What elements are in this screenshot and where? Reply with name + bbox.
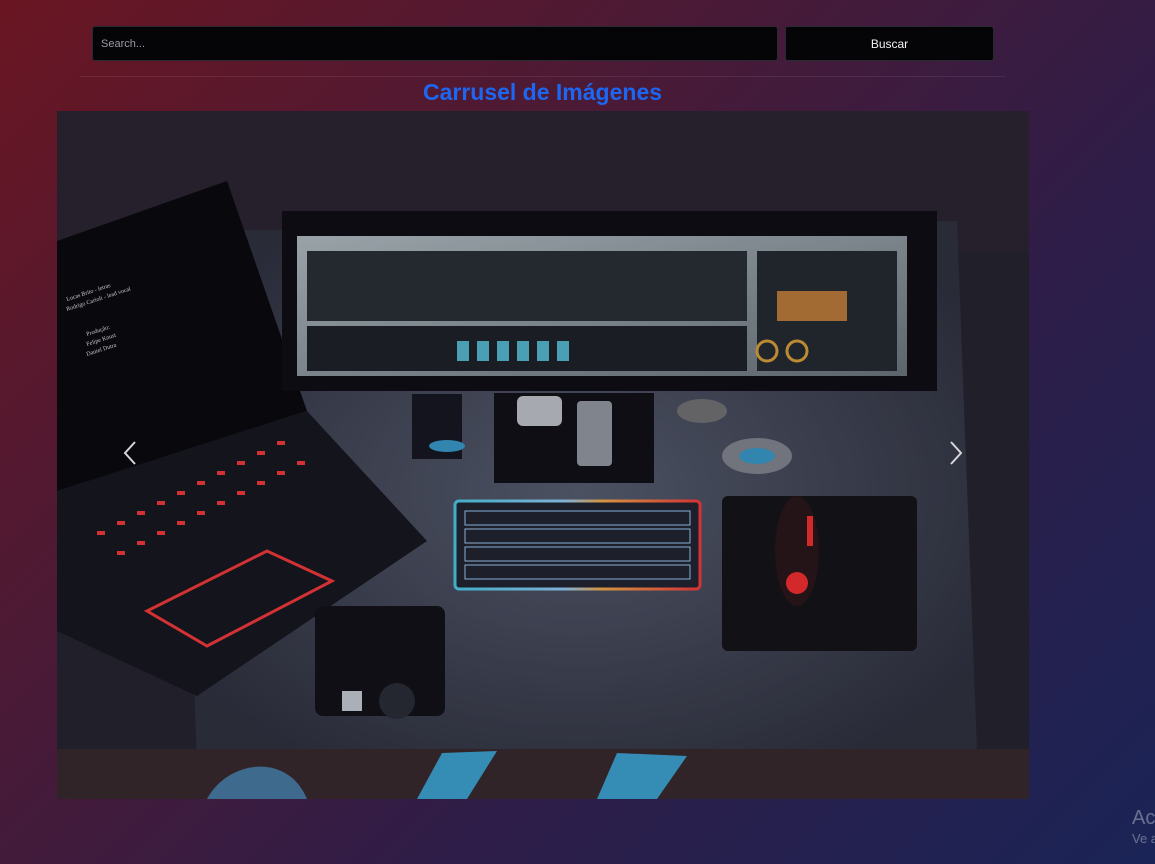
image-carousel[interactable]: Lucas Brito - letras Rodrigo Carioli - l… (57, 111, 1029, 799)
carousel-prev-button[interactable] (110, 433, 150, 477)
chevron-left-icon (122, 440, 138, 471)
watermark-line2: Ve a (1132, 831, 1155, 846)
chevron-right-icon (948, 440, 964, 471)
carousel-slide-image: Lucas Brito - letras Rodrigo Carioli - l… (57, 111, 1029, 799)
windows-activation-watermark: Ac Ve a (1132, 806, 1155, 848)
watermark-line1: Ac (1132, 807, 1155, 829)
search-input[interactable] (92, 26, 778, 61)
divider (80, 76, 1005, 77)
carousel-next-button[interactable] (936, 433, 976, 477)
page-title: Carrusel de Imágenes (422, 79, 663, 105)
search-bar: Buscar (92, 26, 994, 61)
search-button[interactable]: Buscar (785, 26, 994, 61)
